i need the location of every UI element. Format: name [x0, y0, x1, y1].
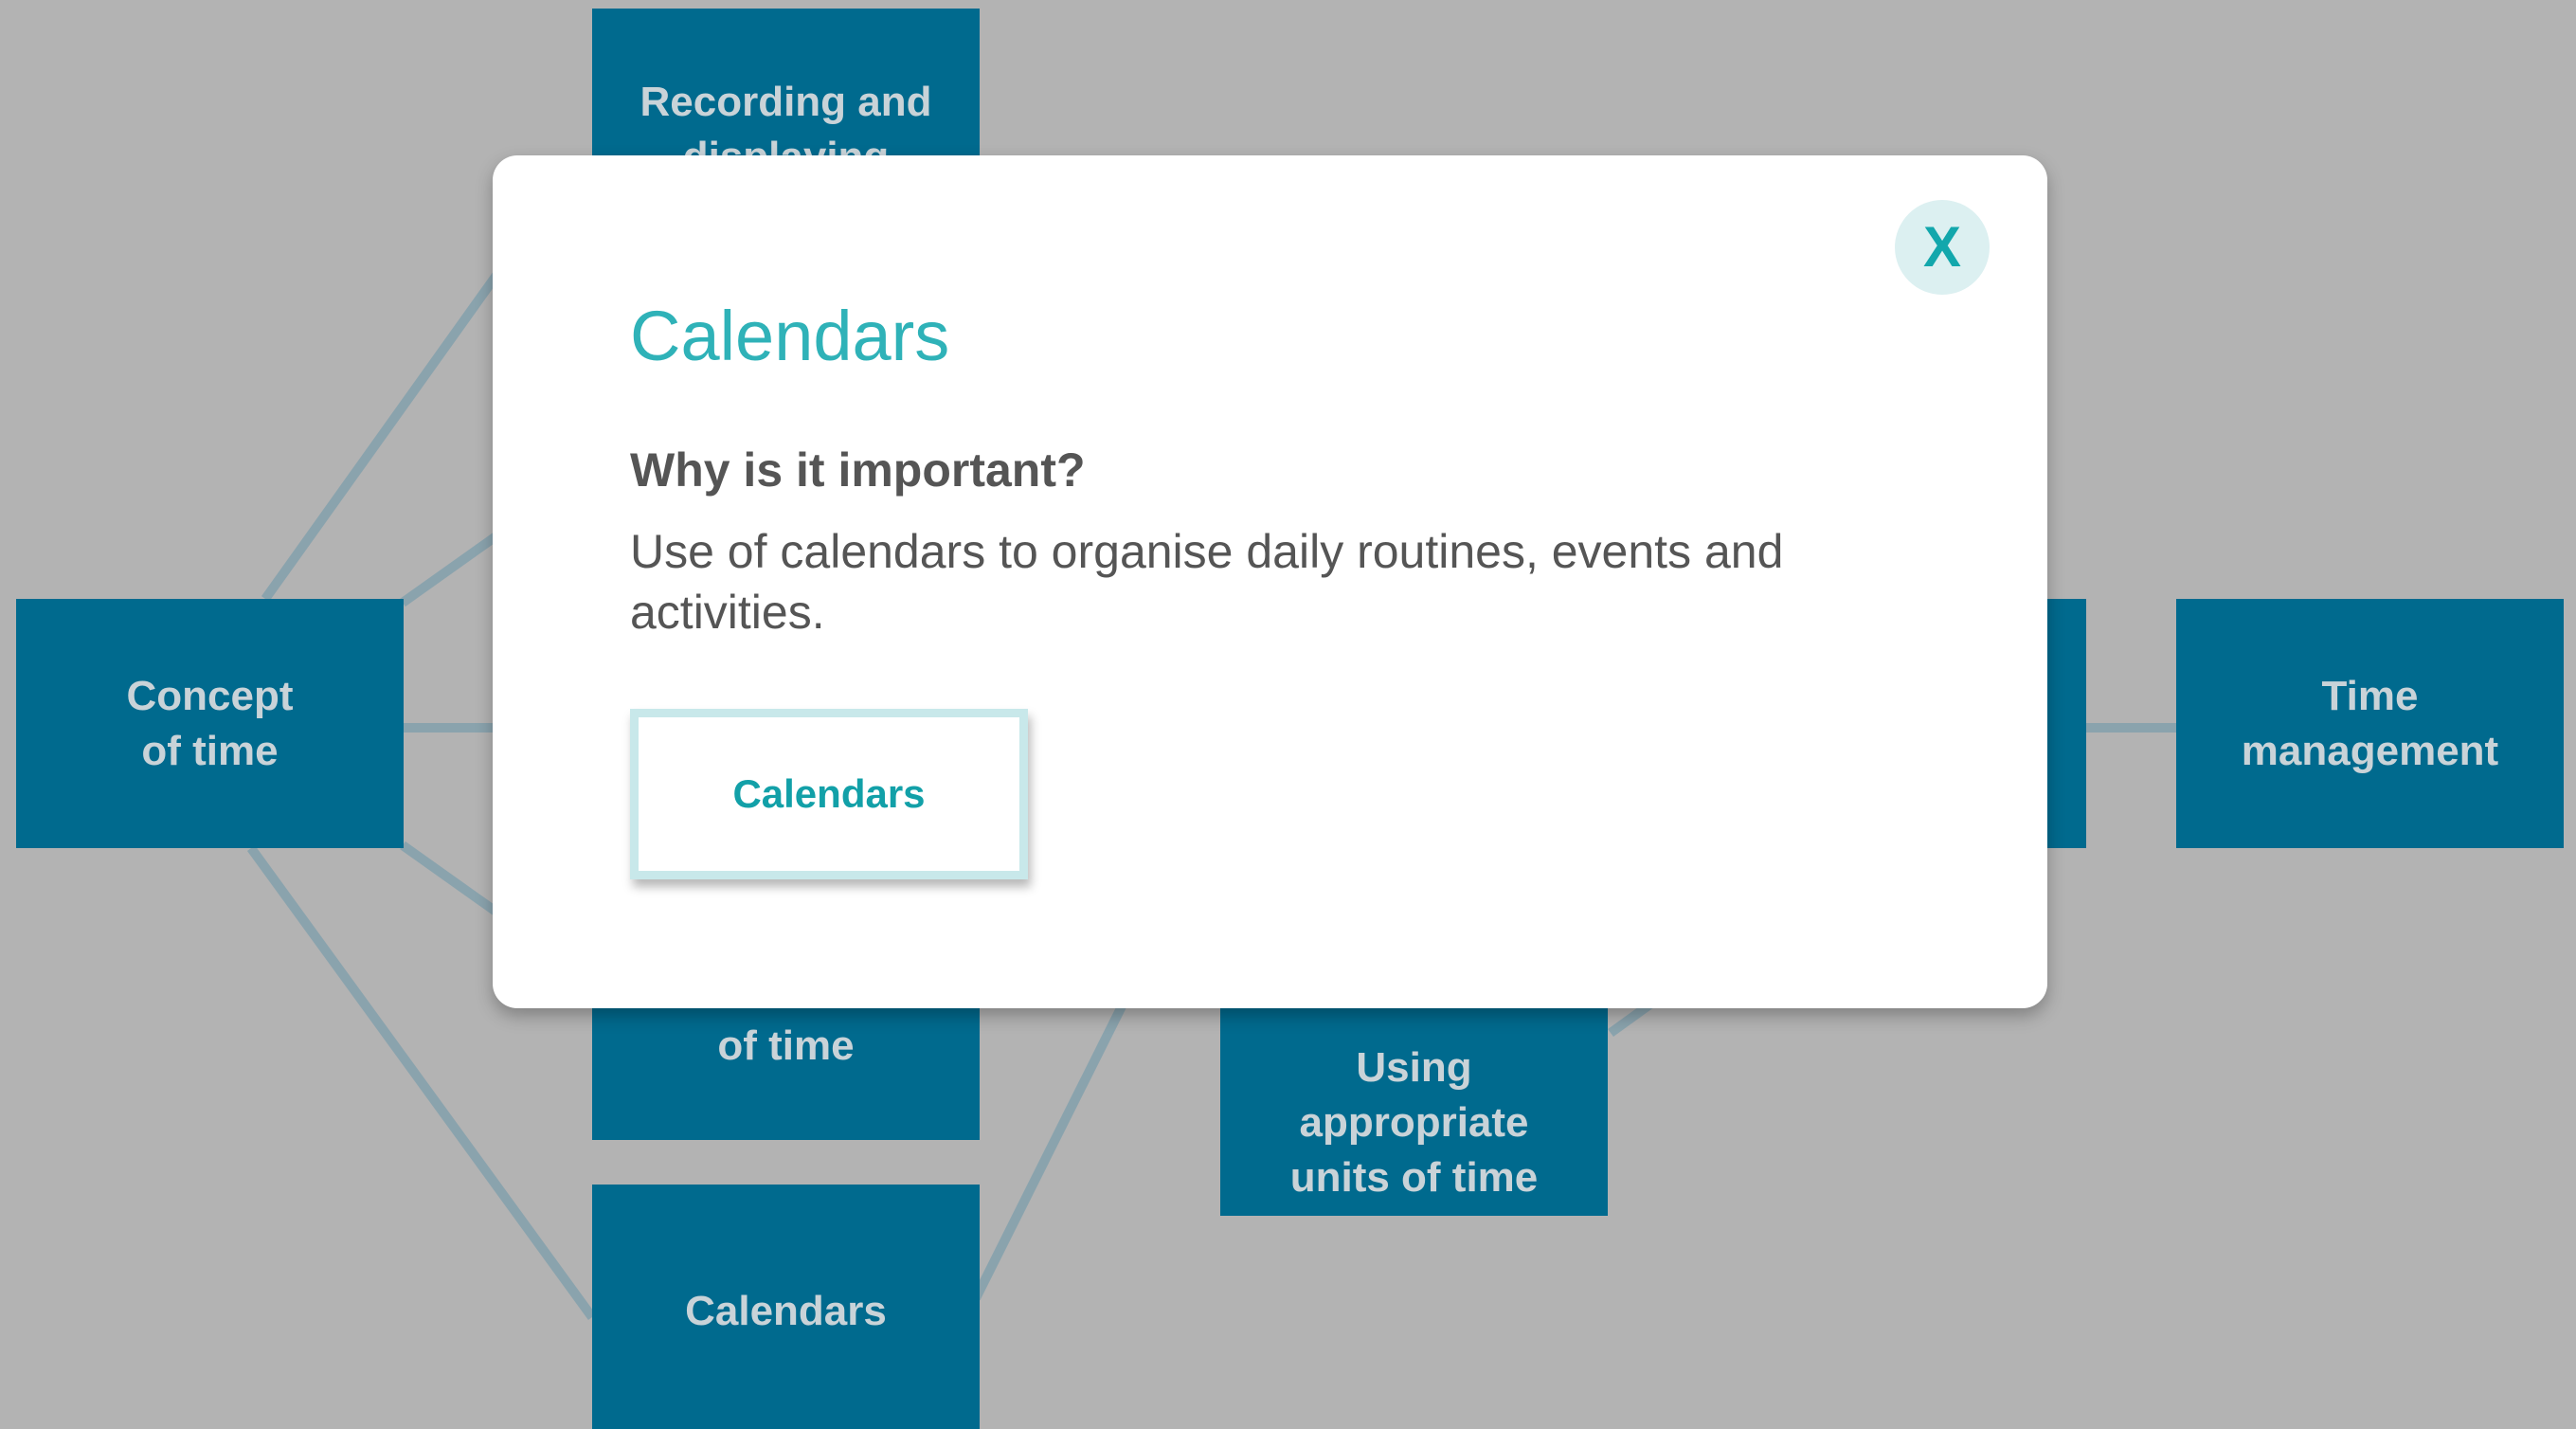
connector-line — [971, 1002, 1127, 1301]
info-modal: X Calendars Why is it important? Use of … — [493, 155, 2047, 1008]
node-label-line: management — [2241, 727, 2499, 774]
node-label-line: Recording and — [639, 79, 932, 125]
node-label-line: of time — [717, 1022, 855, 1069]
node-label-line: units of time — [1289, 1154, 1539, 1201]
calendars-link-button-label: Calendars — [732, 771, 926, 816]
close-button[interactable]: X — [1895, 200, 1990, 295]
modal-title: Calendars — [630, 297, 950, 375]
calendars-link-button[interactable]: Calendars — [630, 709, 1028, 879]
modal-subtitle: Why is it important? — [630, 443, 1086, 497]
node-label-line: Using appropriate — [1299, 1044, 1529, 1146]
node-label-line: Calendars — [685, 1288, 887, 1334]
node-calendars[interactable]: Calendars — [592, 1185, 980, 1429]
node-label-line: Time — [2321, 672, 2419, 719]
node-label-line: of time — [141, 727, 279, 774]
node-time-management[interactable]: Time management — [2176, 599, 2564, 848]
node-concept-of-time[interactable]: Concept of time — [16, 599, 404, 848]
modal-body-text: Use of calendars to organise daily routi… — [630, 525, 1784, 639]
node-label-line: Concept — [126, 672, 294, 719]
